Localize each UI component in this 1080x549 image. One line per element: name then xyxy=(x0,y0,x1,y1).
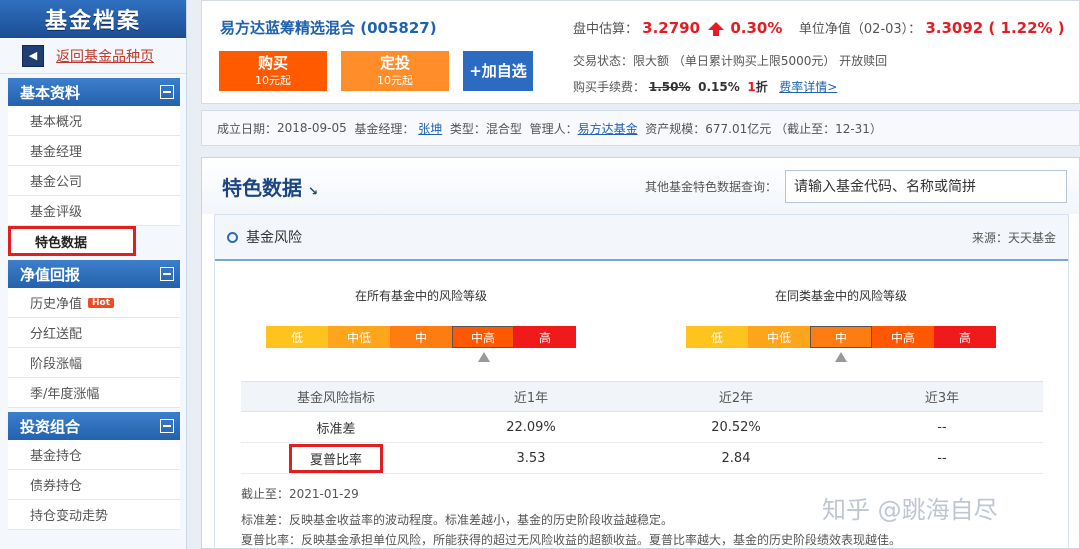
table-row: 夏普比率 3.53 2.84 -- xyxy=(241,442,1043,474)
fee-discount-num: 1 xyxy=(747,80,756,94)
metric-name: 标准差 xyxy=(241,411,431,443)
fund-risk-header: 基金风险 来源：天天基金 xyxy=(215,215,1068,261)
page: 基金档案 ◀ 返回基金品种页 基本资料 基本概况 基金经理 基金公司 基金评级 … xyxy=(0,0,1080,549)
fee-original: 1.50% xyxy=(648,80,691,94)
hot-badge: Hot xyxy=(88,297,115,308)
risk-marker-all-icon xyxy=(478,352,490,362)
fee-discounted: 0.15% xyxy=(698,80,740,94)
fixed-invest-button[interactable]: 定投 10元起 xyxy=(341,51,449,91)
back-link-text[interactable]: 返回基金品种页 xyxy=(56,46,154,66)
company-link[interactable]: 易方达基金 xyxy=(578,120,638,137)
risk-same-segment: 中 xyxy=(810,326,872,348)
risk-scale-same: 低中低中中高高 xyxy=(686,326,996,348)
sidebar-item-history-nav[interactable]: 历史净值 Hot xyxy=(8,288,180,318)
fund-header: 易方达蓝筹精选混合 (005827) 购买 10元起 定投 10元起 +加自选 … xyxy=(201,0,1080,104)
panel-header: 特色数据 ↘ 其他基金特色数据查询： xyxy=(202,158,1079,214)
risk-table: 基金风险指标 近1年 近2年 近3年 标准差 22.09% 20.52% -- … xyxy=(241,381,1043,474)
estimate-value: 3.2790 xyxy=(642,19,701,37)
corner-arrow-icon: ↘ xyxy=(308,183,319,198)
sidebar: 基金档案 ◀ 返回基金品种页 基本资料 基本概况 基金经理 基金公司 基金评级 … xyxy=(0,0,187,549)
estimate-change: 0.30% xyxy=(730,19,783,37)
sharpe-note: 夏普比率：反映基金承担单位风险，所能获得的超过无风险收益的超额收益。夏普比率越大… xyxy=(241,533,902,547)
fund-archive-logo[interactable]: 基金档案 xyxy=(0,0,186,38)
risk-all-segment: 高 xyxy=(514,326,576,348)
collapse-icon[interactable] xyxy=(160,419,174,433)
sidebar-item-holding-changes[interactable]: 持仓变动走势 xyxy=(8,500,180,530)
back-arrow-icon[interactable]: ◀ xyxy=(22,44,44,67)
watermark: 知乎 @跳海自尽 xyxy=(822,496,998,524)
sidebar-item-special-data[interactable]: 特色数据 xyxy=(8,226,136,256)
risk-all-segment: 中高 xyxy=(452,326,514,348)
sharpe-ratio-highlight: 夏普比率 xyxy=(288,443,383,473)
fee-detail-link[interactable]: 费率详情> xyxy=(779,80,837,94)
established-date: 2018-09-05 xyxy=(277,121,347,135)
add-watchlist-button[interactable]: +加自选 xyxy=(463,51,533,91)
as-of-date: 截止至：2021-01-29 xyxy=(241,487,359,501)
risk-all-segment: 中 xyxy=(390,326,452,348)
buy-button[interactable]: 购买 10元起 xyxy=(219,51,327,91)
risk-all-segment: 低 xyxy=(266,326,328,348)
risk-all-label: 在所有基金中的风险等级 xyxy=(355,289,488,303)
section-nav-return[interactable]: 净值回报 xyxy=(8,260,180,288)
fee-row: 购买手续费： 1.50% 0.15% 1折 费率详情> xyxy=(573,80,838,94)
section-basic-info[interactable]: 基本资料 xyxy=(8,78,180,106)
sidebar-item-holdings[interactable]: 基金持仓 xyxy=(8,440,180,470)
table-header-row: 基金风险指标 近1年 近2年 近3年 xyxy=(241,381,1043,412)
sidebar-item-manager[interactable]: 基金经理 xyxy=(8,136,180,166)
fee-discount-text: 折 xyxy=(755,80,768,94)
risk-all-segment: 中低 xyxy=(328,326,390,348)
up-arrow-icon xyxy=(708,22,725,36)
sidebar-item-dividend[interactable]: 分红送配 xyxy=(8,318,180,348)
table-row: 标准差 22.09% 20.52% -- xyxy=(241,411,1043,443)
sidebar-item-quarter-growth[interactable]: 季/年度涨幅 xyxy=(8,378,180,408)
sidebar-item-overview[interactable]: 基本概况 xyxy=(8,106,180,136)
risk-same-segment: 低 xyxy=(686,326,748,348)
sidebar-item-rating[interactable]: 基金评级 xyxy=(8,196,180,226)
risk-same-segment: 中低 xyxy=(748,326,810,348)
fund-type: 混合型 xyxy=(485,121,522,136)
sidebar-item-period-growth[interactable]: 阶段涨幅 xyxy=(8,348,180,378)
risk-same-label: 在同类基金中的风险等级 xyxy=(775,289,908,303)
nav-value: 3.3092 ( 1.22% ) xyxy=(925,19,1065,37)
estimate-row: 盘中估算： 3.2790 0.30% 单位净值（02-03）： 3.3092 (… xyxy=(573,19,1065,37)
sidebar-item-bond-holdings[interactable]: 债券持仓 xyxy=(8,470,180,500)
risk-same-segment: 中高 xyxy=(872,326,934,348)
fund-meta: 成立日期： 2018-09-05 基金经理： 张坤 类型： 混合型 管理人： 易… xyxy=(201,110,1080,146)
collapse-icon[interactable] xyxy=(160,85,174,99)
manager-link[interactable]: 张坤 xyxy=(418,120,442,137)
data-source: 来源：天天基金 xyxy=(971,230,1056,245)
fund-size: 677.01亿元 （截止至：12-31） xyxy=(705,121,882,136)
page-title: 特色数据 ↘ xyxy=(222,175,319,200)
ring-icon xyxy=(227,231,238,243)
trade-status: 交易状态：限大额 （单日累计购买上限5000元） 开放赎回 xyxy=(573,54,888,68)
collapse-icon[interactable] xyxy=(160,267,174,281)
risk-marker-same-icon xyxy=(835,352,847,362)
risk-same-segment: 高 xyxy=(934,326,996,348)
sidebar-item-company[interactable]: 基金公司 xyxy=(8,166,180,196)
std-dev-note: 标准差：反映基金收益率的波动程度。标准差越小，基金的历史阶段收益越稳定。 xyxy=(241,513,674,527)
back-link[interactable]: ◀ 返回基金品种页 xyxy=(0,38,186,74)
section-portfolio[interactable]: 投资组合 xyxy=(8,412,180,440)
fund-search: 其他基金特色数据查询： xyxy=(645,169,1067,203)
risk-scale-all: 低中低中中高高 xyxy=(266,326,576,348)
fund-search-input[interactable] xyxy=(785,169,1067,203)
fund-name[interactable]: 易方达蓝筹精选混合 (005827) xyxy=(220,17,437,38)
